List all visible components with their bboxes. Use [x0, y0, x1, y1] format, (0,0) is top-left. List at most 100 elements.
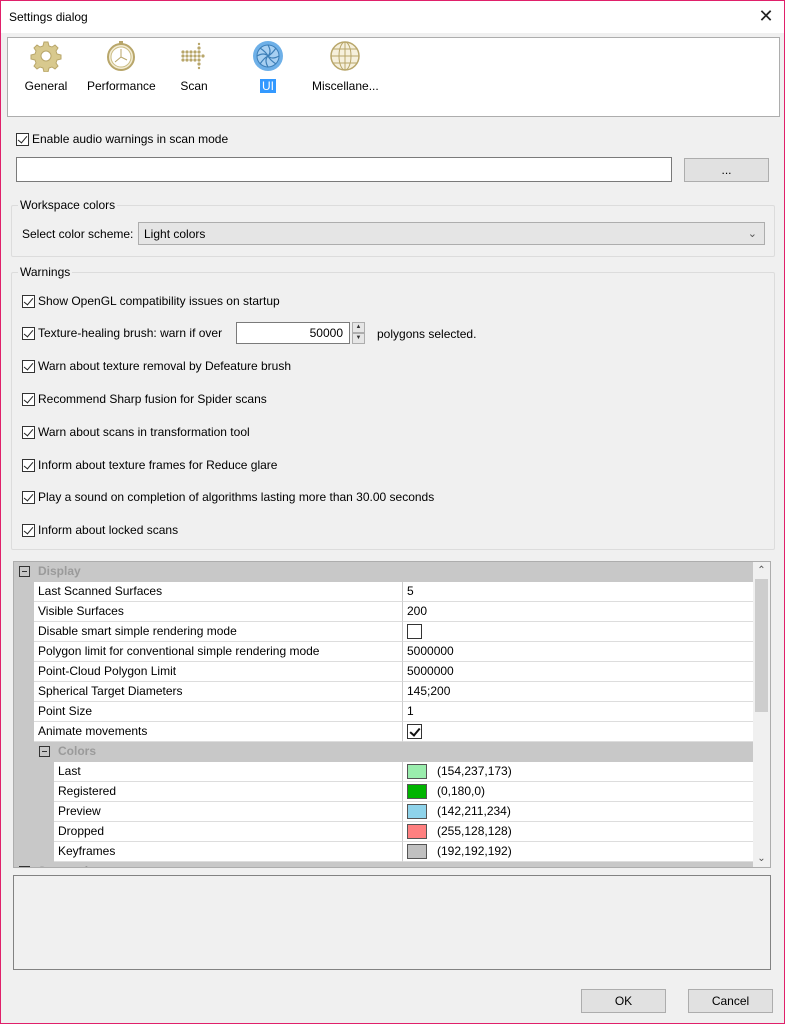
checkbox-box[interactable]: [22, 458, 35, 472]
vertical-scrollbar[interactable]: ⌃ ⌄: [753, 562, 770, 867]
value-text: (142,211,234): [437, 804, 511, 818]
checkbox-box[interactable]: [22, 326, 35, 340]
checkbox-box[interactable]: [22, 392, 35, 406]
color-swatch[interactable]: [407, 764, 427, 779]
color-row[interactable]: Dropped (255,128,128): [14, 822, 754, 842]
property-row[interactable]: Last Scanned Surfaces 5: [14, 582, 754, 602]
value-text: (0,180,0): [437, 784, 486, 798]
property-name: Visible Surfaces: [34, 602, 402, 622]
chevron-down-icon: ⌄: [747, 228, 757, 240]
animate-movements-checkbox[interactable]: [407, 724, 422, 739]
aperture-icon: [253, 41, 283, 71]
property-value[interactable]: (142,211,234): [402, 802, 754, 822]
scrollbar-thumb[interactable]: [755, 579, 768, 712]
property-row[interactable]: Point Size 1: [14, 702, 754, 722]
property-name: Point Size: [34, 702, 402, 722]
warning-checkbox-texture-healing[interactable]: Texture-healing brush: warn if over: [22, 326, 222, 340]
property-value[interactable]: 5000000: [402, 642, 754, 662]
checkbox-box[interactable]: [22, 359, 35, 373]
spinbox-buttons: ▲ ▼: [352, 322, 365, 344]
warning-checkbox-locked-scans[interactable]: Inform about locked scans: [22, 523, 178, 537]
property-row[interactable]: Disable smart simple rendering mode: [14, 622, 754, 642]
group-row-colors[interactable]: Colors: [14, 742, 754, 762]
spin-down-icon[interactable]: ▼: [352, 333, 365, 344]
color-scheme-value: Light colors: [144, 226, 206, 241]
checkbox-box[interactable]: [16, 132, 29, 146]
color-swatch[interactable]: [407, 804, 427, 819]
property-row[interactable]: Spherical Target Diameters 145;200: [14, 682, 754, 702]
close-icon[interactable]: ✕: [756, 5, 776, 27]
property-grid: Display Last Scanned Surfaces 5 Visible …: [13, 561, 771, 868]
checkbox-box[interactable]: [22, 490, 35, 504]
checkbox-box[interactable]: [22, 523, 35, 537]
warning-checkbox-sharp-fusion[interactable]: Recommend Sharp fusion for Spider scans: [22, 392, 267, 406]
property-value[interactable]: 1: [402, 702, 754, 722]
nav-label: Miscellane...: [312, 79, 379, 93]
color-swatch[interactable]: [407, 784, 427, 799]
nav-item-performance[interactable]: Performance: [85, 40, 157, 93]
nav-item-general[interactable]: General: [20, 40, 72, 93]
group-title: Workspace colors: [18, 198, 118, 212]
collapse-icon[interactable]: [19, 866, 30, 867]
nav-item-ui[interactable]: UI: [252, 40, 284, 93]
window-title: Settings dialog: [9, 10, 88, 24]
property-value[interactable]: (255,128,128): [402, 822, 754, 842]
color-row[interactable]: Preview (142,211,234): [14, 802, 754, 822]
checkbox-box[interactable]: [22, 294, 35, 308]
group-row-display[interactable]: Display: [14, 562, 754, 582]
group-title: Colors: [58, 744, 97, 758]
color-scheme-select[interactable]: Light colors ⌄: [138, 222, 765, 245]
property-description-panel: [13, 875, 771, 970]
property-value[interactable]: 145;200: [402, 682, 754, 702]
warning-checkbox-reduce-glare[interactable]: Inform about texture frames for Reduce g…: [22, 458, 277, 472]
category-toolbar: General Performance Scan UI Miscellane..…: [7, 37, 780, 117]
collapse-icon[interactable]: [19, 566, 30, 577]
disable-smart-rendering-checkbox[interactable]: [407, 624, 422, 639]
property-value[interactable]: [402, 622, 754, 642]
color-row[interactable]: Keyframes (192,192,192): [14, 842, 754, 862]
warning-checkbox-defeature[interactable]: Warn about texture removal by Defeature …: [22, 359, 291, 373]
property-value[interactable]: (0,180,0): [402, 782, 754, 802]
warning-checkbox-play-sound[interactable]: Play a sound on completion of algorithms…: [22, 490, 434, 504]
property-name: Disable smart simple rendering mode: [34, 622, 402, 642]
polygon-threshold-spinbox[interactable]: 50000: [236, 322, 350, 344]
property-row[interactable]: Visible Surfaces 200: [14, 602, 754, 622]
property-value[interactable]: (154,237,173): [402, 762, 754, 782]
property-value[interactable]: 5000000: [402, 662, 754, 682]
audio-file-path-input[interactable]: [16, 157, 672, 182]
property-row[interactable]: Animate movements: [14, 722, 754, 742]
browse-button[interactable]: ...: [684, 158, 769, 182]
value-text: (255,128,128): [437, 824, 512, 838]
property-row[interactable]: Point-Cloud Polygon Limit 5000000: [14, 662, 754, 682]
cancel-button[interactable]: Cancel: [688, 989, 773, 1013]
stopwatch-icon: [107, 41, 135, 71]
property-value[interactable]: 200: [402, 602, 754, 622]
checkbox-box[interactable]: [22, 425, 35, 439]
color-row[interactable]: Registered (0,180,0): [14, 782, 754, 802]
group-title: Display: [38, 564, 81, 578]
value-text: 200: [407, 604, 428, 618]
property-value[interactable]: 5: [402, 582, 754, 602]
property-name: Dropped: [54, 822, 402, 842]
color-swatch[interactable]: [407, 844, 427, 859]
scroll-up-icon[interactable]: ⌃: [753, 562, 770, 579]
spin-up-icon[interactable]: ▲: [352, 322, 365, 333]
warning-checkbox-opengl[interactable]: Show OpenGL compatibility issues on star…: [22, 294, 280, 308]
globe-icon: [330, 41, 360, 71]
property-value[interactable]: (192,192,192): [402, 842, 754, 862]
color-row[interactable]: Last (154,237,173): [14, 762, 754, 782]
collapse-icon[interactable]: [39, 746, 50, 757]
title-bar: Settings dialog ✕: [1, 1, 784, 33]
ok-button[interactable]: OK: [581, 989, 666, 1013]
nav-label: Scan: [180, 79, 208, 93]
property-row[interactable]: Polygon limit for conventional simple re…: [14, 642, 754, 662]
enable-audio-warnings-checkbox[interactable]: Enable audio warnings in scan mode: [16, 132, 228, 146]
property-name: Last: [54, 762, 402, 782]
color-swatch[interactable]: [407, 824, 427, 839]
warning-checkbox-transformation[interactable]: Warn about scans in transformation tool: [22, 425, 250, 439]
nav-item-miscellaneous[interactable]: Miscellane...: [310, 40, 380, 93]
property-value[interactable]: [402, 722, 754, 742]
scroll-down-icon[interactable]: ⌄: [753, 850, 770, 867]
group-row-screenshots[interactable]: Screenshots: [14, 862, 754, 867]
nav-item-scan[interactable]: Scan: [174, 40, 214, 93]
